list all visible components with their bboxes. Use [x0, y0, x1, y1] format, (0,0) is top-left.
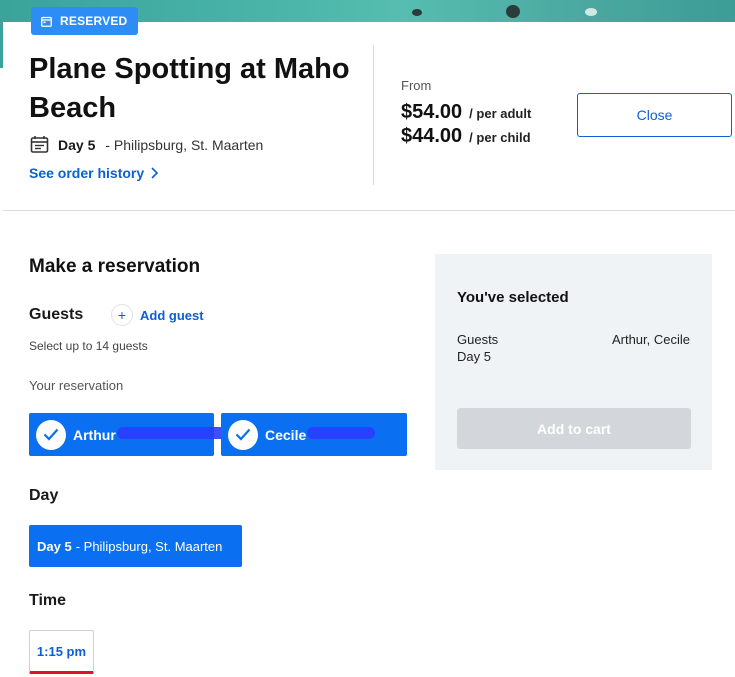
- day-option-day: Day 5: [37, 538, 72, 554]
- redaction-mark: [117, 427, 229, 439]
- time-option[interactable]: 1:15 pm: [29, 630, 94, 674]
- chevron-right-icon: [151, 167, 159, 179]
- summary-day-value: Day 5: [457, 349, 491, 364]
- checkmark-icon: [228, 419, 258, 450]
- day-option-place: - Philipsburg, St. Maarten: [75, 538, 223, 554]
- guest-name: Arthur: [73, 426, 116, 443]
- close-button[interactable]: Close: [577, 93, 732, 137]
- selection-summary: You've selected Guests Day 5 Arthur, Cec…: [435, 254, 712, 470]
- reservation-heading: Make a reservation: [29, 256, 201, 277]
- child-price-unit: / per child: [469, 130, 531, 145]
- reserved-badge: RESERVED: [31, 7, 139, 35]
- guest-name: Cecile: [265, 426, 307, 443]
- child-price: $44.00 / per child: [401, 125, 531, 148]
- guests-hint: Select up to 14 guests: [29, 339, 148, 353]
- guest-chip-cecile[interactable]: Cecile: [221, 413, 407, 456]
- order-history-link[interactable]: See order history: [29, 165, 159, 181]
- calendar-icon: [41, 16, 52, 27]
- add-guest-button[interactable]: + Add guest: [111, 304, 204, 326]
- tour-day: Day 5: [58, 136, 96, 153]
- tour-place: - Philipsburg, St. Maarten: [105, 136, 264, 153]
- add-guest-label: Add guest: [140, 307, 204, 323]
- tour-meta: Day 5 - Philipsburg, St. Maarten: [30, 135, 263, 154]
- order-history-label: See order history: [29, 165, 145, 181]
- adult-price-unit: / per adult: [469, 106, 532, 121]
- add-to-cart-button[interactable]: Add to cart: [457, 408, 691, 449]
- price-from-label: From: [401, 78, 432, 93]
- plus-icon: +: [111, 304, 133, 326]
- redaction-mark: [307, 427, 375, 439]
- summary-guests-label: Guests: [457, 332, 499, 347]
- header-divider: [373, 45, 374, 185]
- adult-price-amount: $54.00: [401, 101, 463, 123]
- child-price-amount: $44.00: [401, 125, 463, 147]
- summary-guests-value: Arthur, Cecile: [611, 332, 690, 347]
- day-option-day5[interactable]: Day 5 - Philipsburg, St. Maarten: [29, 525, 242, 567]
- calendar-icon: [30, 136, 49, 153]
- guest-chip-arthur[interactable]: Arthur: [29, 413, 229, 456]
- adult-price: $54.00 / per adult: [401, 101, 531, 124]
- checkmark-icon: [36, 419, 66, 450]
- reserved-badge-label: RESERVED: [60, 14, 128, 28]
- summary-heading: You've selected: [457, 289, 569, 306]
- day-label: Day: [29, 487, 59, 504]
- section-divider: [3, 210, 735, 211]
- your-reservation-label: Your reservation: [29, 378, 124, 393]
- tour-title: Plane Spotting at Maho Beach: [29, 53, 350, 124]
- guests-label: Guests: [29, 306, 84, 323]
- time-label: Time: [29, 592, 67, 609]
